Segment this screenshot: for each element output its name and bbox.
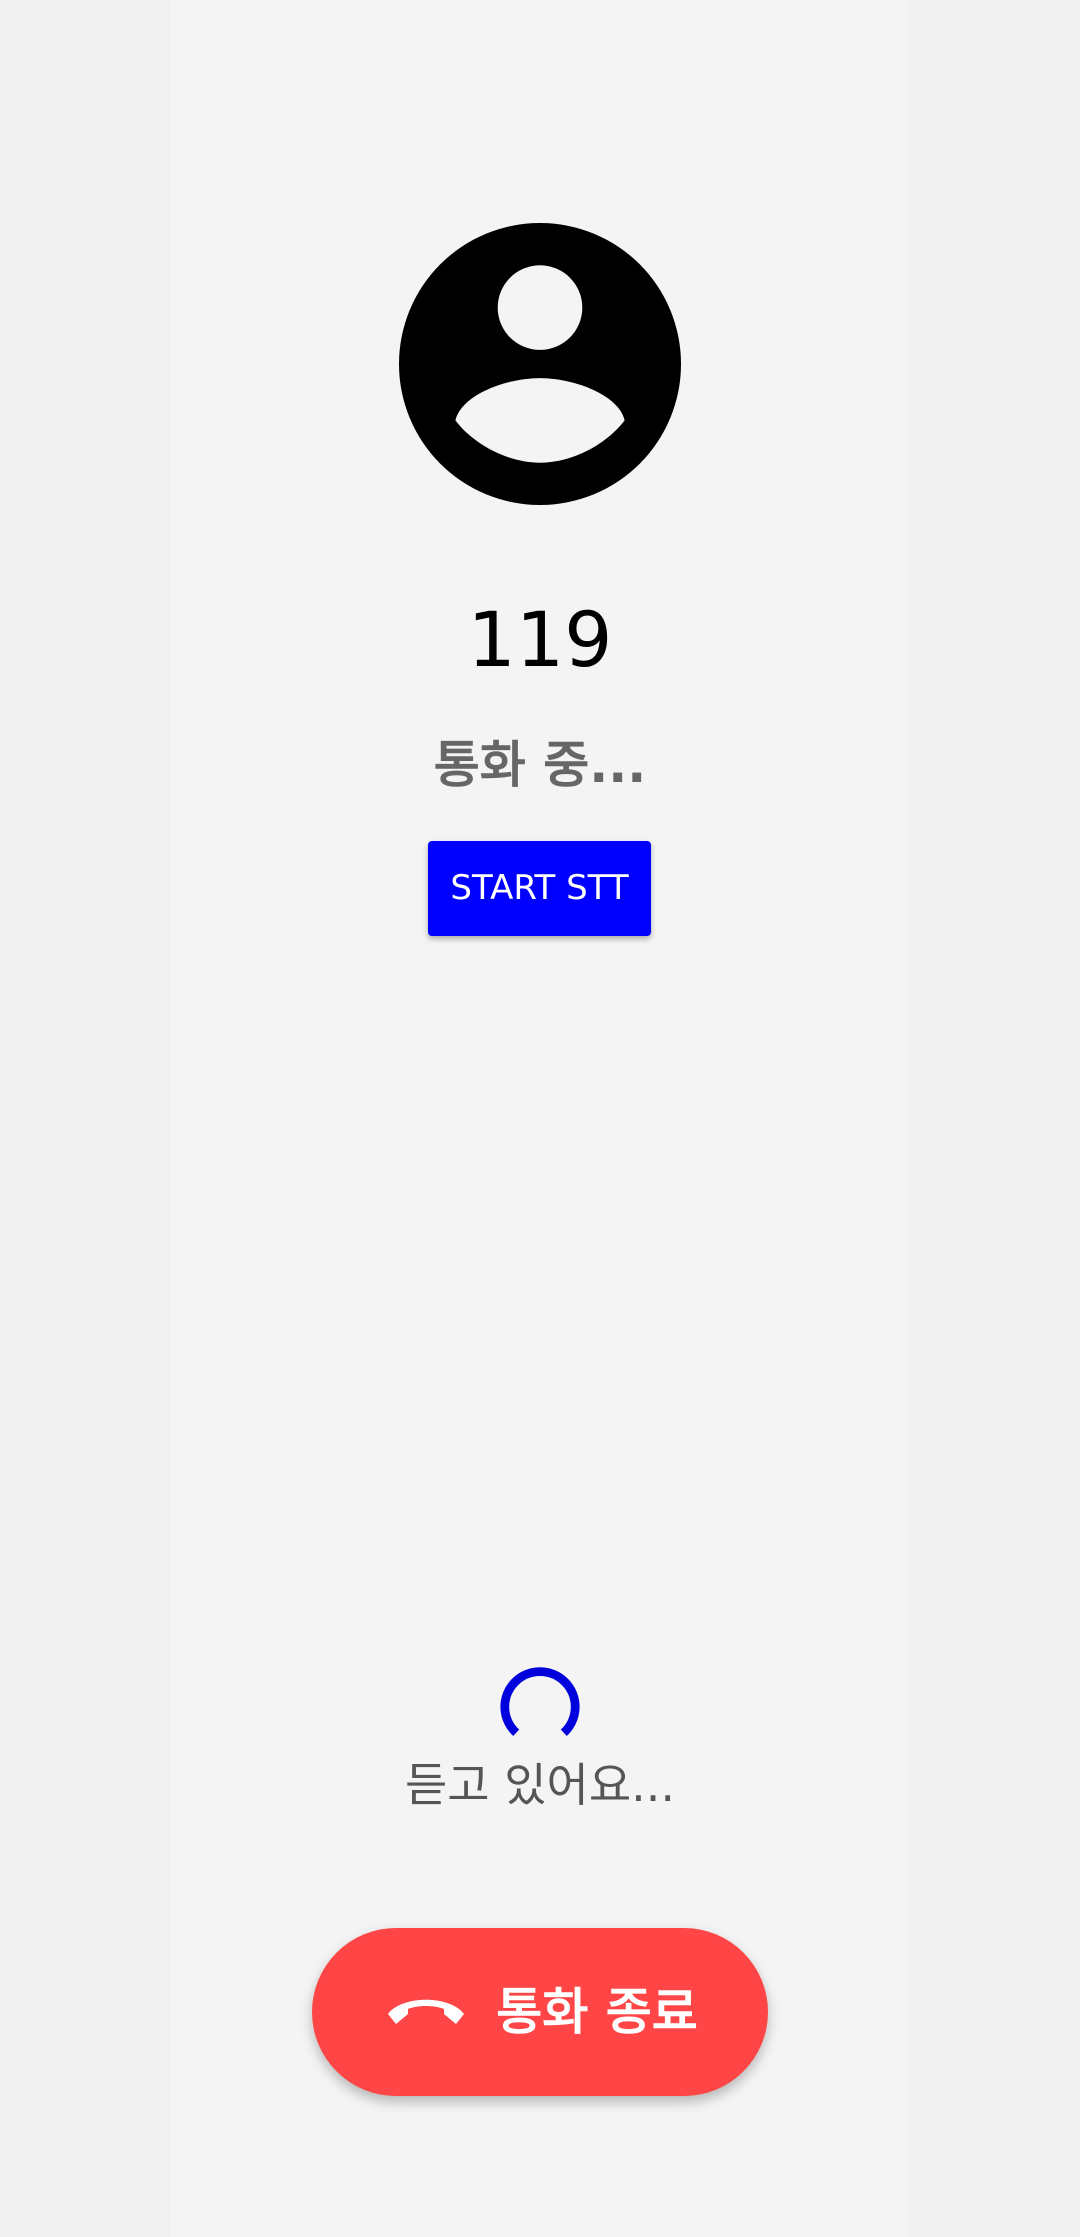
listening-status-text: 듣고 있어요... — [404, 1758, 676, 1812]
account-circle-icon — [399, 223, 681, 505]
call-end-icon — [382, 1992, 470, 2032]
loading-spinner-icon — [496, 1658, 584, 1746]
call-status-text: 통화 중... — [433, 736, 647, 794]
end-call-button[interactable]: 통화 종료 — [312, 1928, 768, 2096]
end-call-label: 통화 종료 — [496, 1983, 698, 2041]
start-stt-button[interactable]: START STT — [428, 841, 651, 936]
caller-number: 119 — [467, 595, 613, 684]
